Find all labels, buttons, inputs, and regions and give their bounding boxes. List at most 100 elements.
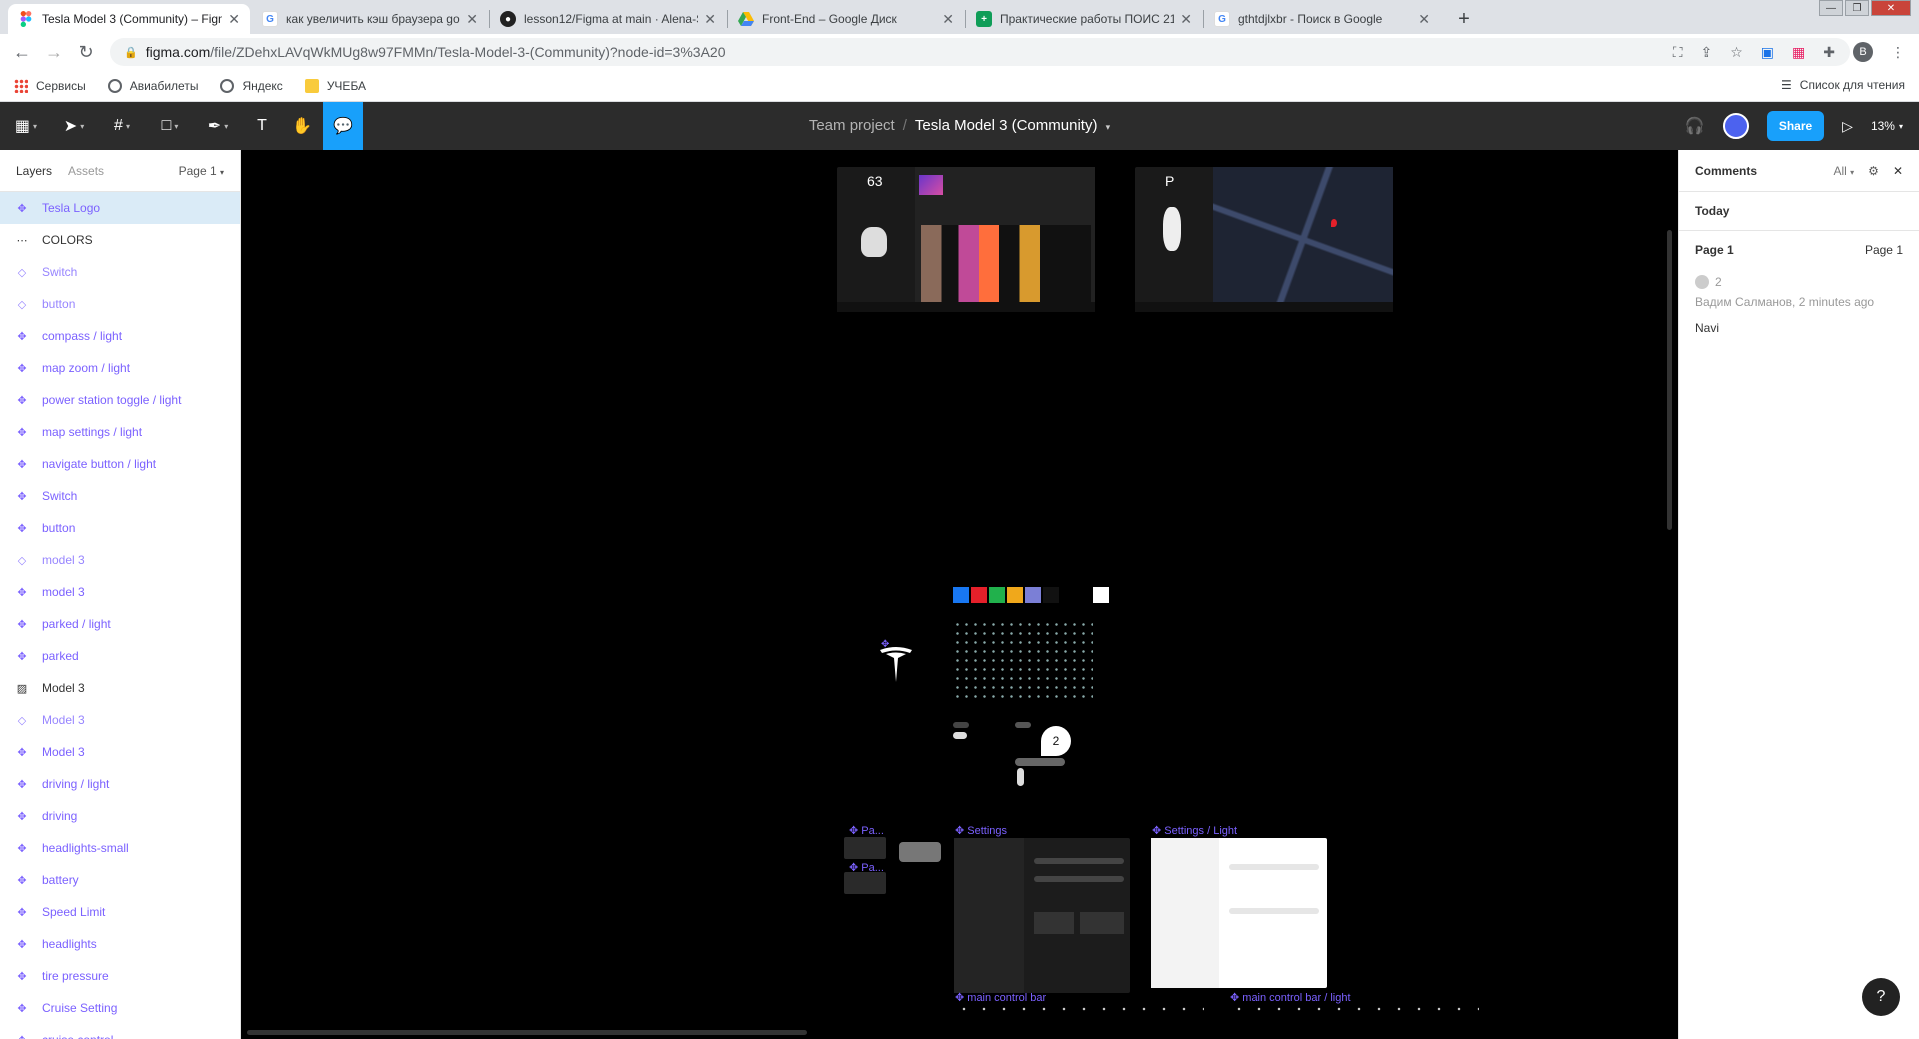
frame-label-main-control-bar[interactable]: ✥ main control bar <box>955 991 1046 1004</box>
main-control-bar-light[interactable] <box>1229 1004 1479 1014</box>
comment-pin[interactable]: 2 <box>1041 726 1071 756</box>
pen-icon[interactable]: ✒ ▾ <box>200 102 236 150</box>
layer-item[interactable]: ◇ button <box>0 288 240 320</box>
tab-google-search-cache[interactable]: G как увеличить кэш браузера goog ✕ <box>252 4 488 34</box>
layer-item[interactable]: ✥ headlights-small <box>0 832 240 864</box>
share-page-icon[interactable]: ⇪ <box>1701 44 1713 61</box>
layer-item[interactable]: ✥ battery <box>0 864 240 896</box>
maximize-icon[interactable]: ❐ <box>1845 0 1869 16</box>
frame-label-settings[interactable]: ✥ Settings <box>955 824 1007 837</box>
layer-item[interactable]: ✥ button <box>0 512 240 544</box>
tab-assets[interactable]: Assets <box>68 164 104 178</box>
color-swatch[interactable] <box>1007 587 1023 603</box>
close-icon[interactable]: ✕ <box>1180 11 1192 28</box>
tab-github[interactable]: ● lesson12/Figma at main · Alena-San ✕ <box>490 4 726 34</box>
layer-item[interactable]: ◇ model 3 <box>0 544 240 576</box>
vertical-scrollbar[interactable] <box>1667 230 1672 530</box>
zoom-level[interactable]: 13% <box>1871 119 1895 133</box>
layer-item[interactable]: ✥ Speed Limit <box>0 896 240 928</box>
tab-google-search[interactable]: G gthtdjlxbr - Поиск в Google ✕ <box>1204 4 1440 34</box>
layer-item[interactable]: ✥ parked / light <box>0 608 240 640</box>
bookmark-star-icon[interactable]: ☆ <box>1730 44 1743 61</box>
icons-sheet[interactable] <box>953 620 1093 702</box>
layer-item[interactable]: ✥ map zoom / light <box>0 352 240 384</box>
bookmark-folder-ucheba[interactable]: УЧЕБА <box>304 78 366 93</box>
settings-frame[interactable] <box>954 838 1130 993</box>
layer-item[interactable]: ✥ parked <box>0 640 240 672</box>
tab-google-drive[interactable]: Front-End – Google Диск ✕ <box>728 4 964 34</box>
chevron-down-icon[interactable]: ▾ <box>1899 122 1903 131</box>
close-icon[interactable]: ✕ <box>1418 11 1430 28</box>
parked-card[interactable] <box>844 872 886 894</box>
shape-icon[interactable]: □ ▾ <box>152 102 188 150</box>
parked-card-light[interactable] <box>899 842 941 862</box>
text-icon[interactable]: T <box>244 102 280 150</box>
menu-dots-icon[interactable]: ⋮ <box>1891 44 1905 61</box>
team-name[interactable]: Team project <box>809 117 895 134</box>
layer-item[interactable]: ✥ headlights <box>0 928 240 960</box>
settings-sliders-icon[interactable]: ⚙ <box>1868 164 1879 178</box>
extension-icon[interactable]: ▣ <box>1761 44 1774 61</box>
frame-label-settings-light[interactable]: ✥ Settings / Light <box>1152 824 1237 837</box>
dashboard-frame-media[interactable]: 63 <box>837 167 1095 312</box>
reload-icon[interactable]: ↻ <box>74 42 98 63</box>
bookmark-flights[interactable]: Авиабилеты <box>107 78 198 93</box>
file-name[interactable]: Tesla Model 3 (Community) <box>915 117 1098 134</box>
color-swatch[interactable] <box>989 587 1005 603</box>
translate-icon[interactable]: ⛶ <box>1673 44 1683 61</box>
layer-item[interactable]: ⋯ COLORS <box>0 224 240 256</box>
bookmark-services[interactable]: Сервисы <box>14 78 86 93</box>
canvas[interactable]: 63 P ✥ 2 ✥ Pa... ✥ Pa... ✥ Settings ✥ Se… <box>241 150 1678 1039</box>
share-button[interactable]: Share <box>1766 111 1825 141</box>
layer-item[interactable]: ✥ Cruise Setting <box>0 992 240 1024</box>
present-play-icon[interactable]: ▷ <box>1842 118 1853 135</box>
layer-item[interactable]: ✥ driving <box>0 800 240 832</box>
chevron-down-icon[interactable]: ▾ <box>1106 122 1111 132</box>
forward-icon[interactable]: → <box>42 42 66 63</box>
layer-item[interactable]: ✥ driving / light <box>0 768 240 800</box>
page-selector[interactable]: Page 1 ▾ <box>179 164 224 178</box>
hand-icon[interactable]: ✋ <box>284 102 320 150</box>
tab-layers[interactable]: Layers <box>16 164 52 178</box>
back-icon[interactable]: ← <box>10 42 34 63</box>
layer-item[interactable]: ▨ Model 3 <box>0 672 240 704</box>
parked-card[interactable] <box>844 837 886 859</box>
layer-item[interactable]: ✥ Model 3 <box>0 736 240 768</box>
reading-list-button[interactable]: ☰ Список для чтения <box>1781 78 1905 92</box>
comments-filter[interactable]: All ▾ <box>1833 164 1854 178</box>
horizontal-scrollbar[interactable] <box>247 1030 807 1035</box>
main-menu-icon[interactable]: ▦ ▾ <box>8 102 44 150</box>
layer-item[interactable]: ◇ Model 3 <box>0 704 240 736</box>
layer-item[interactable]: ✥ power station toggle / light <box>0 384 240 416</box>
move-icon[interactable]: ➤ ▾ <box>56 102 92 150</box>
color-swatch[interactable] <box>1093 587 1109 603</box>
dashboard-frame-map[interactable]: P <box>1135 167 1393 312</box>
color-swatch[interactable] <box>1025 587 1041 603</box>
color-swatch[interactable] <box>1043 587 1059 603</box>
puzzle-icon[interactable]: ✚ <box>1823 44 1835 61</box>
tab-figma[interactable]: Tesla Model 3 (Community) – Figma ✕ <box>8 4 250 34</box>
color-swatch[interactable] <box>1061 587 1077 603</box>
settings-light-frame[interactable] <box>1151 838 1327 988</box>
color-swatch[interactable] <box>953 587 969 603</box>
window-close-icon[interactable]: ✕ <box>1871 0 1911 16</box>
extension-icon[interactable]: ▦ <box>1792 44 1805 61</box>
layer-item[interactable]: ✥ map settings / light <box>0 416 240 448</box>
new-tab-button[interactable]: + <box>1451 6 1477 32</box>
close-icon[interactable]: ✕ <box>704 11 716 28</box>
minimize-icon[interactable]: — <box>1819 0 1843 16</box>
close-icon[interactable]: ✕ <box>228 11 240 28</box>
layer-item[interactable]: ◇ Switch <box>0 256 240 288</box>
layer-item[interactable]: ✥ compass / light <box>0 320 240 352</box>
layer-item[interactable]: ✥ Tesla Logo <box>0 192 240 224</box>
close-icon[interactable]: ✕ <box>1893 164 1903 178</box>
bookmark-yandex[interactable]: Яндекс <box>220 78 283 93</box>
close-icon[interactable]: ✕ <box>942 11 954 28</box>
layer-item[interactable]: ✥ navigate button / light <box>0 448 240 480</box>
lock-icon[interactable]: 🔒 <box>124 46 138 59</box>
frame-icon[interactable]: # ▾ <box>104 102 140 150</box>
close-icon[interactable]: ✕ <box>466 11 478 28</box>
frame-label-pa[interactable]: ✥ Pa... <box>849 824 884 837</box>
layer-item[interactable]: ✥ Switch <box>0 480 240 512</box>
color-swatch[interactable] <box>971 587 987 603</box>
